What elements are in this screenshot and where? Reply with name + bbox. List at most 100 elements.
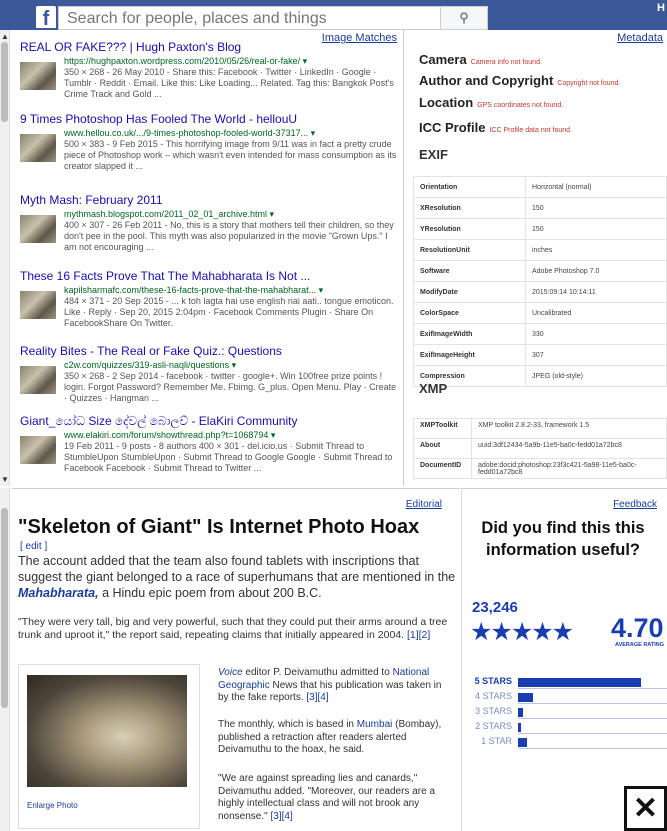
exif-value: 150 (525, 197, 667, 219)
metadata-panel: Metadata Camera Camera info not found. Au… (405, 30, 667, 486)
result-thumbnail[interactable] (20, 436, 56, 464)
result-url[interactable]: mythmash.blogspot.com/2011_02_01_archive… (64, 209, 400, 220)
exif-row: ExifImageHeight 307 (413, 344, 667, 366)
icc-profile-heading: ICC Profile ICC Profile data not found. (419, 120, 572, 135)
facebook-logo-icon[interactable]: f (36, 6, 56, 30)
camera-heading: Camera Camera info not found. (419, 52, 542, 67)
exif-table: Orientation Horizontal (normal) XResolutio… (413, 176, 667, 387)
result-title-link[interactable]: Myth Mash: February 2011 (20, 193, 400, 208)
search-button[interactable]: ⚲ (440, 6, 488, 30)
close-icon[interactable]: ✕ (624, 786, 667, 831)
rating-row: 2 STARS (462, 721, 667, 735)
exif-key: ModifyDate (413, 281, 526, 303)
scroll-down-icon[interactable]: ▼ (1, 475, 9, 484)
exif-value: Horizontal (normal) (525, 176, 667, 198)
edit-link[interactable]: [ edit ] (20, 541, 47, 552)
feedback-link[interactable]: Feedback (613, 499, 657, 510)
exif-heading: EXIF (419, 147, 448, 162)
photo-box: Enlarge Photo (18, 664, 200, 829)
rating-bar-baseline (518, 688, 667, 689)
exif-key: ExifImageWidth (413, 323, 526, 345)
exif-value: JPEG (old-style) (525, 365, 667, 387)
metadata-link[interactable]: Metadata (617, 32, 663, 44)
rating-bar-track (518, 738, 667, 749)
rating-row-label: 4 STARS (475, 691, 512, 701)
search-result: Reality Bites - The Real or Fake Quiz.: … (20, 344, 400, 404)
exif-row: ExifImageWidth 330 (413, 323, 667, 345)
search-result: 9 Times Photoshop Has Fooled The World -… (20, 112, 400, 172)
exif-value: Uncalibrated (525, 302, 667, 324)
rating-row-label: 2 STARS (475, 721, 512, 731)
result-thumbnail[interactable] (20, 134, 56, 162)
scroll-thumb[interactable] (1, 508, 8, 708)
reference-link[interactable]: [3][4] (270, 811, 292, 822)
xmp-table: XMPToolkit XMP toolkit 2.8.2-33, framewor… (413, 418, 667, 479)
result-snippet: 350 × 268 - 26 May 2010 - Share this: Fa… (64, 67, 394, 99)
enlarge-photo-link[interactable]: Enlarge Photo (27, 801, 78, 810)
author-heading: Author and Copyright Copyright not found. (419, 73, 621, 88)
article-paragraph: The account added that the team also fou… (18, 554, 456, 600)
rating-row: 3 STARS (462, 706, 667, 720)
xmp-heading: XMP (419, 381, 448, 396)
star-rating-icon[interactable]: ★★★★★ (470, 617, 574, 647)
header-corner-text[interactable]: H (657, 2, 665, 14)
result-url[interactable]: c2w.com/quizzes/319-asli-naqli/questions… (64, 360, 400, 371)
location-heading: Location GPS coordinates not found. (419, 95, 564, 110)
mahabharata-link[interactable]: Mahabharata, (18, 586, 99, 600)
rating-row: 1 STAR (462, 736, 667, 750)
result-title-link[interactable]: REAL OR FAKE??? | Hugh Paxton's Blog (20, 40, 400, 55)
result-thumbnail[interactable] (20, 291, 56, 319)
exif-key: XResolution (413, 197, 526, 219)
rating-bar-baseline (518, 703, 667, 704)
exif-row: XResolution 150 (413, 197, 667, 219)
exif-row: ResolutionUnit inches (413, 239, 667, 261)
reference-link[interactable]: [3][4] (306, 692, 328, 703)
rating-row: 4 STARS (462, 691, 667, 705)
scroll-up-icon[interactable]: ▲ (1, 32, 9, 41)
exif-key: ColorSpace (413, 302, 526, 324)
result-title-link[interactable]: Reality Bites - The Real or Fake Quiz.: … (20, 344, 400, 359)
reference-link[interactable]: [1][2] (407, 629, 430, 641)
exif-value: Adobe Photoshop 7.0 (525, 260, 667, 282)
result-title-link[interactable]: 9 Times Photoshop Has Fooled The World -… (20, 112, 400, 127)
search-placeholder: Search for people, places and things (67, 10, 327, 27)
scroll-thumb[interactable] (1, 42, 8, 122)
search-icon: ⚲ (459, 10, 469, 25)
article-column-paragraph: The monthly, which is based in Mumbai (B… (218, 719, 442, 755)
top-panel-scrollbar[interactable]: ▲ ▼ (0, 30, 10, 486)
result-title-link[interactable]: Giant_යෝධ Size දේවල් බොලව් - ElaKiri Com… (20, 414, 400, 429)
rating-bar-track (518, 678, 667, 689)
result-thumbnail[interactable] (20, 215, 56, 243)
editorial-link[interactable]: Editorial (406, 499, 442, 510)
rating-bar (518, 738, 527, 747)
mumbai-link[interactable]: Mumbai (357, 719, 393, 730)
xmp-key: DocumentID (413, 458, 472, 479)
result-thumbnail[interactable] (20, 366, 56, 394)
exif-row: Software Adobe Photoshop 7.0 (413, 260, 667, 282)
exif-key: ResolutionUnit (413, 239, 526, 261)
voice-link[interactable]: Voice (218, 667, 243, 678)
xmp-row: XMPToolkit XMP toolkit 2.8.2-33, framewor… (413, 418, 667, 439)
rating-count: 23,246 (472, 599, 518, 616)
rating-bar (518, 723, 521, 732)
article-title: "Skeleton of Giant" Is Internet Photo Ho… (18, 516, 420, 538)
result-url[interactable]: kapilsharmafc.com/these-16-facts-prove-t… (64, 285, 400, 296)
facebook-header-bar: f Search for people, places and things ⚲… (0, 0, 667, 30)
result-snippet: 350 × 268 - 2 Sep 2014 - facebook · twit… (64, 371, 397, 403)
search-input[interactable]: Search for people, places and things (58, 6, 488, 30)
exif-key: ExifImageHeight (413, 344, 526, 366)
exif-value: 150 (525, 218, 667, 240)
bottom-panel-scrollbar[interactable] (0, 488, 10, 831)
xmp-row: About uuid:3df12434-5a9b-11e5-ba0c-fedd01… (413, 438, 667, 459)
result-url[interactable]: www.elakiri.com/forum/showthread.php?t=1… (64, 430, 400, 441)
rating-bar (518, 693, 533, 702)
search-result: Myth Mash: February 2011 mythmash.blogspo… (20, 193, 400, 253)
xmp-value: uuid:3df12434-5a9b-11e5-ba0c-fedd01a72bc… (471, 438, 667, 459)
result-url[interactable]: www.hellou.co.uk/.../9-times-photoshop-f… (64, 128, 400, 139)
result-thumbnail[interactable] (20, 62, 56, 90)
result-title-link[interactable]: These 16 Facts Prove That The Mahabharat… (20, 269, 400, 284)
average-rating: 4.70 (611, 613, 664, 643)
skeleton-photo[interactable] (27, 675, 187, 787)
rating-bar-track (518, 723, 667, 734)
result-url[interactable]: https://hughpaxton.wordpress.com/2010/05… (64, 56, 400, 67)
